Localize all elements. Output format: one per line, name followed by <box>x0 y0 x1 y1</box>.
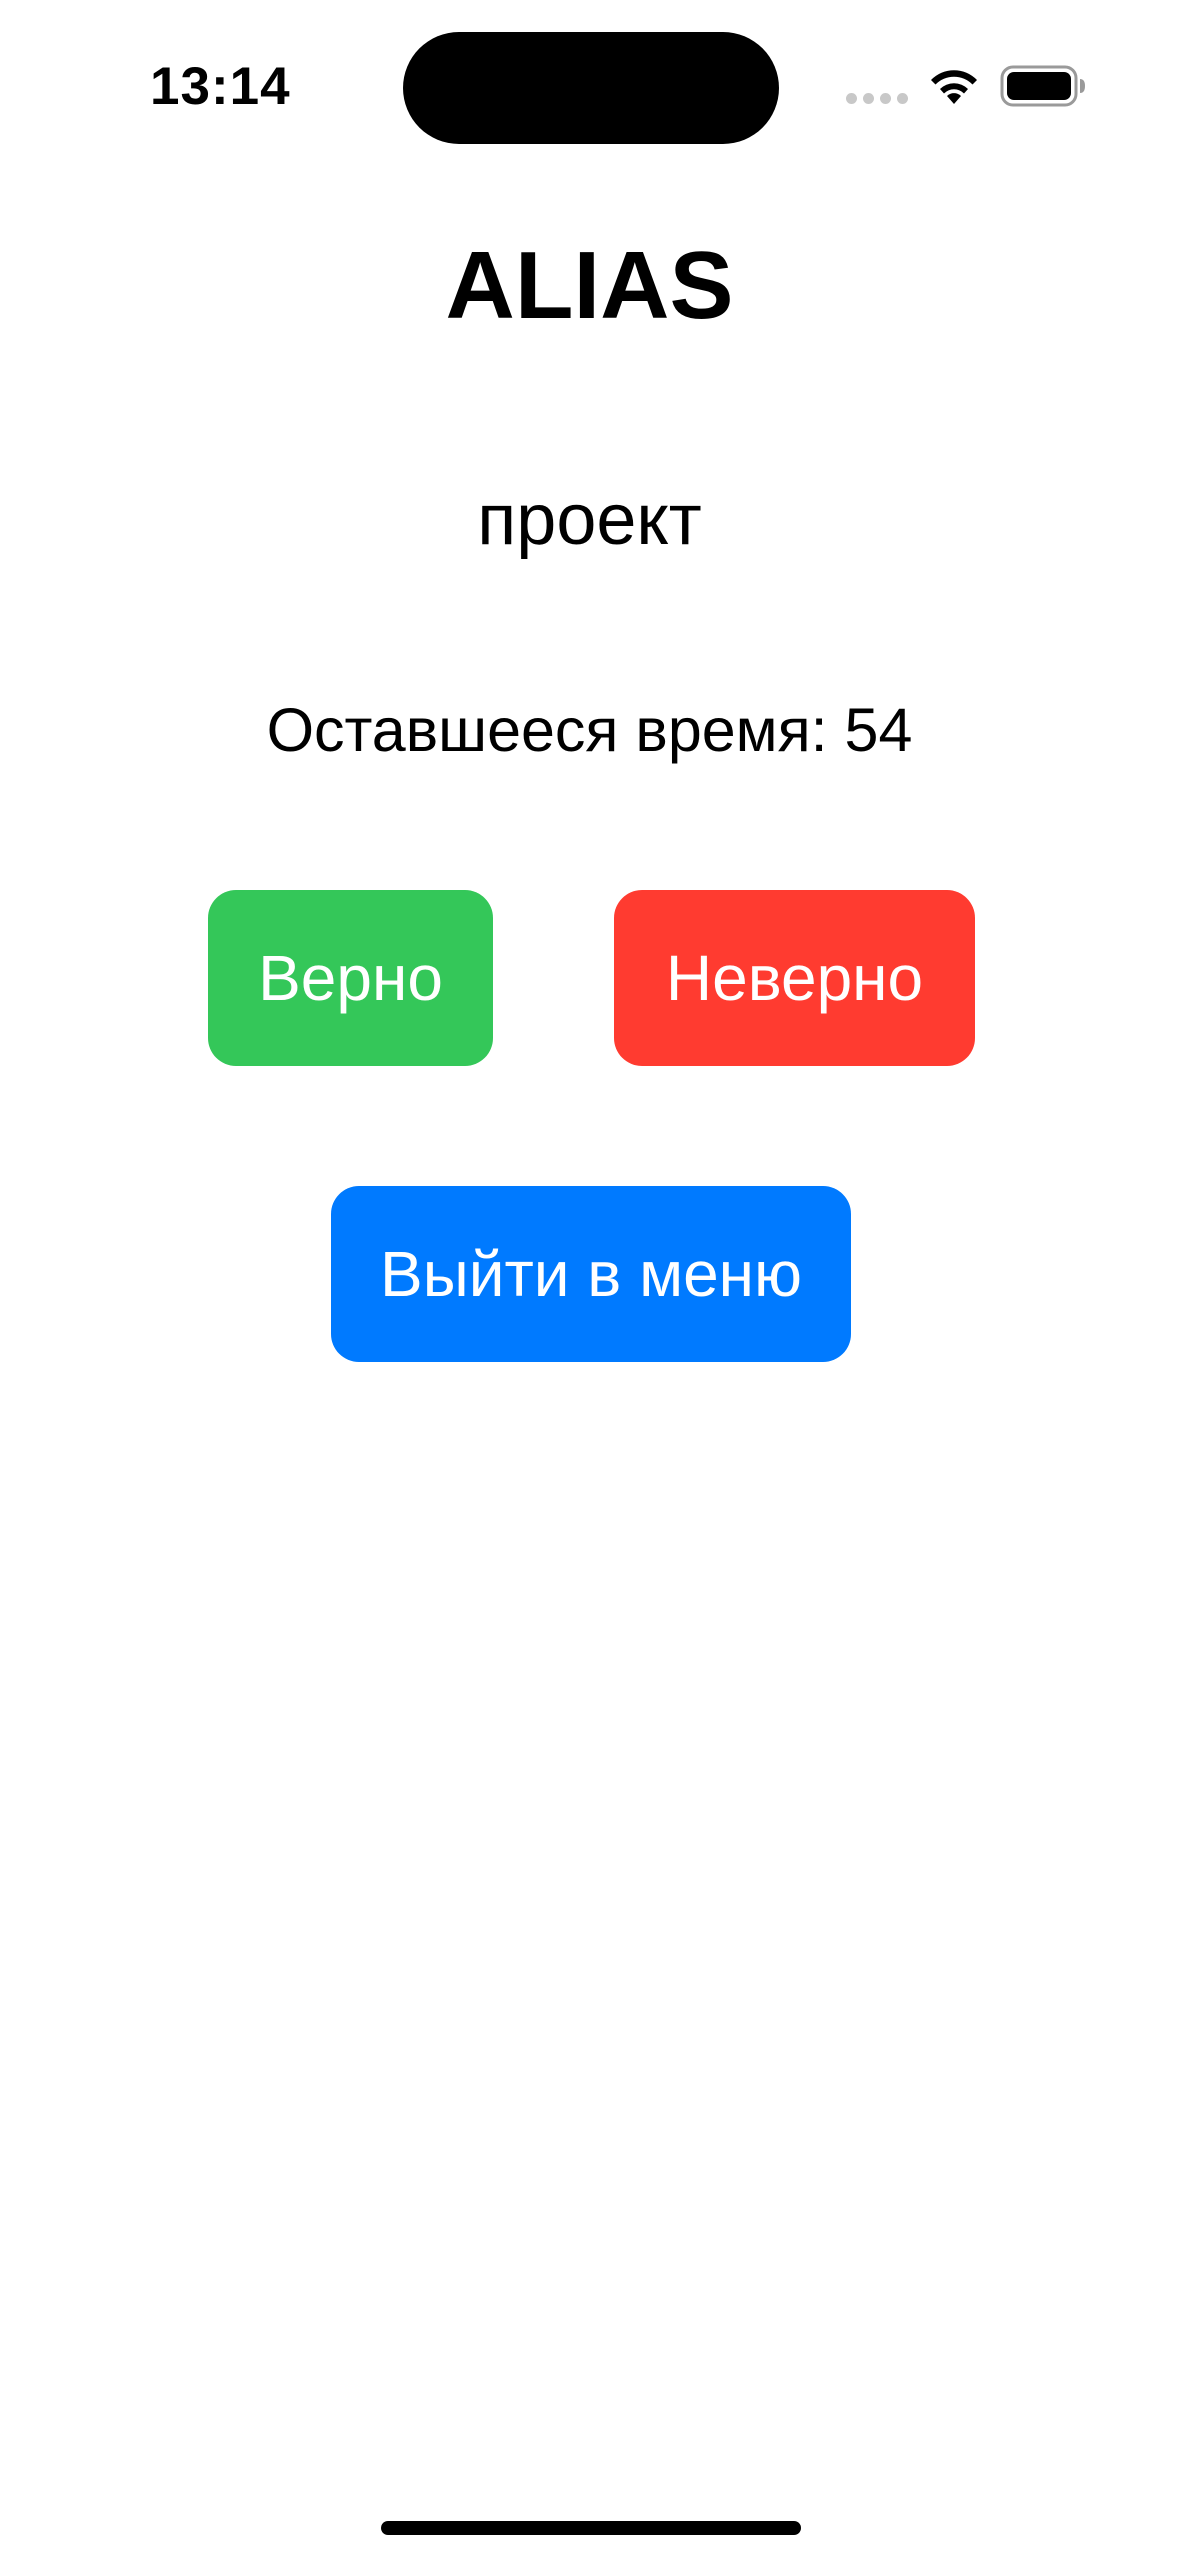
remaining-time-label: Оставшееся время: 54 <box>266 696 913 764</box>
app-title: ALIAS <box>445 232 734 339</box>
wrong-button[interactable]: Неверно <box>614 890 975 1066</box>
current-word: проект <box>477 480 702 560</box>
signal-icon <box>846 93 908 105</box>
battery-icon <box>1000 65 1085 107</box>
dynamic-island <box>403 32 779 144</box>
exit-to-menu-button[interactable]: Выйти в меню <box>331 1186 851 1362</box>
home-indicator[interactable] <box>381 2521 801 2535</box>
status-bar-time: 13:14 <box>150 57 291 116</box>
correct-button[interactable]: Верно <box>208 890 493 1066</box>
wifi-icon <box>931 70 977 104</box>
